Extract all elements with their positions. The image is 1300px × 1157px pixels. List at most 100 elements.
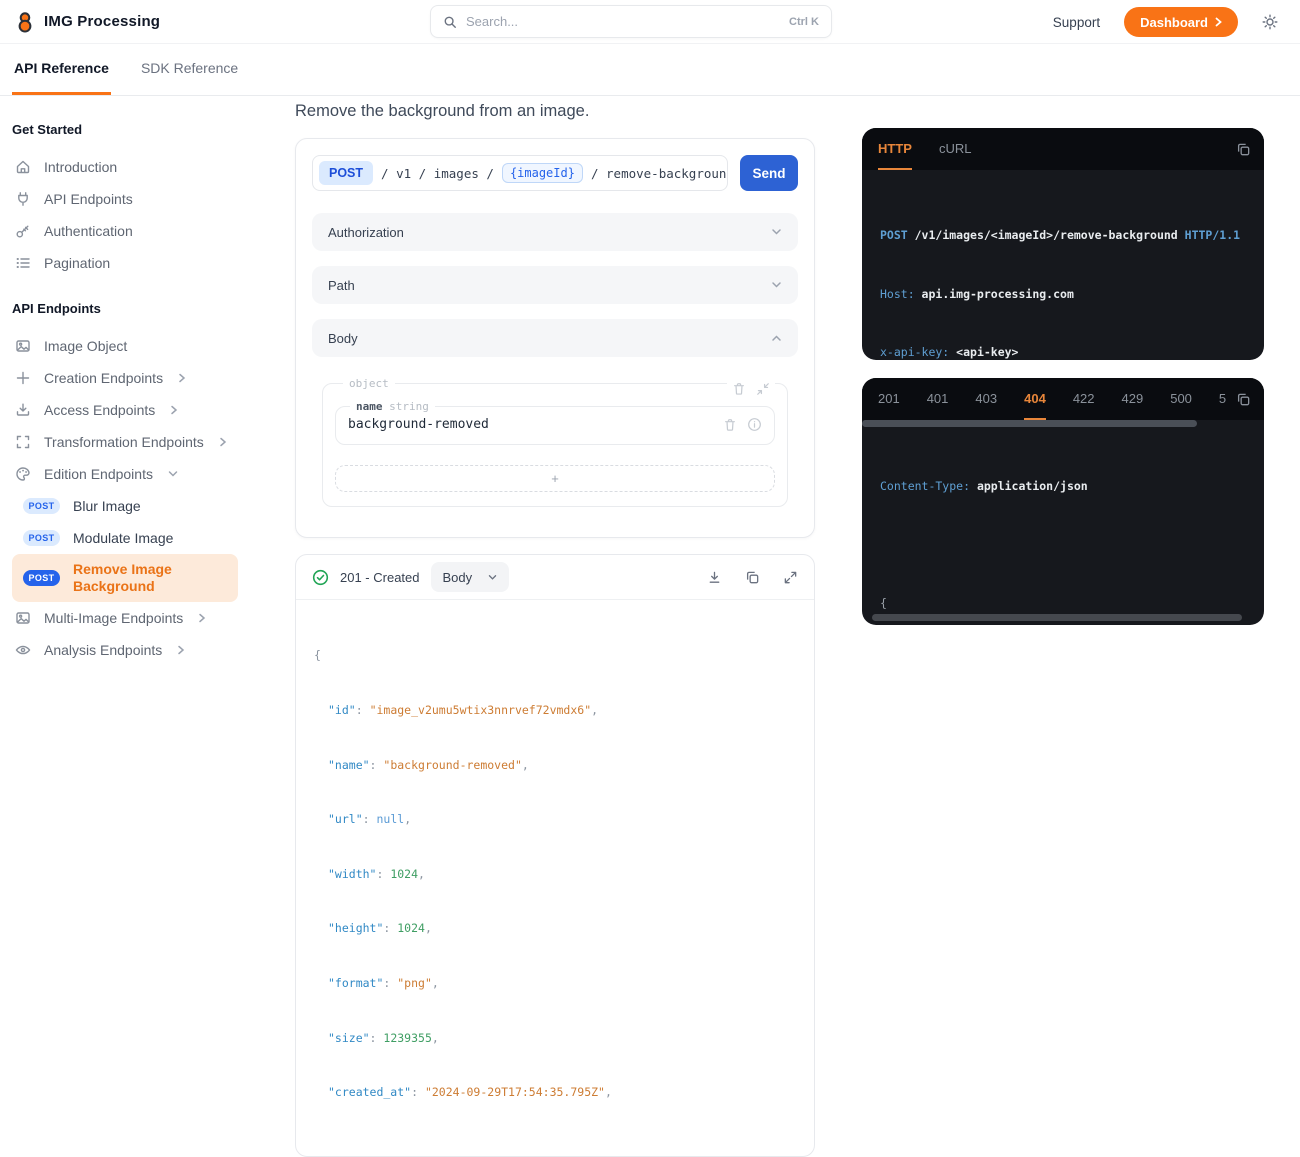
sidebar-item-remove-image-background[interactable]: POST Remove Image Background bbox=[12, 554, 238, 602]
sidebar-item-label: Blur Image bbox=[73, 498, 141, 514]
body-object-editor: object name string background-removed bbox=[322, 377, 788, 507]
tab-api-reference[interactable]: API Reference bbox=[12, 44, 111, 95]
accordion-label: Authorization bbox=[328, 225, 404, 240]
download-response-icon[interactable] bbox=[707, 570, 722, 585]
sidebar-item-transformation-endpoints[interactable]: Transformation Endpoints bbox=[12, 426, 266, 458]
tab-status-404[interactable]: 404 bbox=[1024, 378, 1046, 420]
add-property-button[interactable]: + bbox=[335, 465, 775, 492]
field-name-label: name bbox=[356, 400, 383, 413]
tab-status-422[interactable]: 422 bbox=[1073, 378, 1095, 420]
json-row: "url": null, bbox=[314, 810, 796, 828]
sidebar-item-label: Multi-Image Endpoints bbox=[44, 610, 183, 626]
tab-api-reference-label: API Reference bbox=[14, 60, 109, 76]
success-check-icon bbox=[312, 569, 329, 586]
home-icon bbox=[15, 159, 31, 175]
code-examples-panel: HTTP cURL POST /v1/images/<imageId>/remo… bbox=[862, 128, 1264, 625]
tab-curl[interactable]: cURL bbox=[939, 128, 972, 170]
field-type-label: string bbox=[389, 400, 429, 413]
sidebar-item-label: Creation Endpoints bbox=[44, 370, 163, 386]
sidebar-section-get-started: Get Started bbox=[12, 122, 266, 137]
brand-logo-icon bbox=[14, 11, 36, 33]
search-icon bbox=[443, 15, 457, 29]
chevron-down-icon bbox=[168, 470, 178, 478]
theme-toggle-sun-icon[interactable] bbox=[1262, 14, 1278, 30]
code-horizontal-scrollbar[interactable] bbox=[872, 614, 1242, 621]
json-row: "name": "background-removed", bbox=[314, 756, 796, 774]
sidebar-item-label: Remove Image Background bbox=[73, 561, 213, 595]
tab-status-500[interactable]: 500 bbox=[1170, 378, 1192, 420]
tabs-scrollbar-thumb[interactable] bbox=[862, 420, 1197, 427]
delete-object-icon[interactable] bbox=[732, 382, 746, 396]
tab-status-504-partial[interactable]: 5 bbox=[1219, 378, 1226, 420]
chevron-right-icon bbox=[219, 437, 227, 447]
support-link[interactable]: Support bbox=[1053, 15, 1100, 30]
copy-code-icon[interactable] bbox=[1228, 378, 1251, 420]
sidebar-item-label: Pagination bbox=[44, 255, 110, 271]
json-brace: { bbox=[314, 646, 796, 664]
copy-code-icon[interactable] bbox=[1228, 128, 1251, 170]
response-view-selector[interactable]: Body bbox=[431, 562, 510, 592]
collapse-object-icon[interactable] bbox=[756, 382, 770, 396]
top-header: IMG Processing Ctrl K Support Dashboard bbox=[0, 0, 1300, 44]
delete-field-icon[interactable] bbox=[723, 418, 737, 432]
request-path-suffix: / remove-background bbox=[591, 166, 728, 181]
download-tray-icon bbox=[15, 402, 31, 418]
tab-status-201[interactable]: 201 bbox=[878, 378, 900, 420]
tab-http[interactable]: HTTP bbox=[878, 128, 912, 170]
sidebar-item-authentication[interactable]: Authentication bbox=[12, 215, 266, 247]
sidebar-item-access-endpoints[interactable]: Access Endpoints bbox=[12, 394, 266, 426]
request-example-block: HTTP cURL POST /v1/images/<imageId>/remo… bbox=[862, 128, 1264, 360]
image-icon bbox=[15, 610, 31, 626]
send-button[interactable]: Send bbox=[740, 155, 798, 191]
image-icon bbox=[15, 338, 31, 354]
sidebar-item-creation-endpoints[interactable]: Creation Endpoints bbox=[12, 362, 266, 394]
sidebar-item-multi-image-endpoints[interactable]: Multi-Image Endpoints bbox=[12, 602, 266, 634]
error-response-code: Content-Type: application/json { "type":… bbox=[862, 428, 1264, 625]
sidebar-item-introduction[interactable]: Introduction bbox=[12, 151, 266, 183]
request-url-bar: POST / v1 / images / {imageId} / remove-… bbox=[312, 155, 728, 191]
accordion-body[interactable]: Body bbox=[312, 319, 798, 357]
sidebar-item-edition-endpoints[interactable]: Edition Endpoints bbox=[12, 458, 266, 490]
tab-status-403[interactable]: 403 bbox=[975, 378, 997, 420]
copy-response-icon[interactable] bbox=[745, 570, 760, 585]
field-info-icon[interactable] bbox=[747, 417, 762, 432]
sidebar-item-blur-image[interactable]: POST Blur Image bbox=[12, 490, 266, 522]
json-row: "created_at": "2024-09-29T17:54:35.795Z"… bbox=[314, 1083, 796, 1101]
image-id-param-chip[interactable]: {imageId} bbox=[502, 163, 583, 183]
sidebar-item-analysis-endpoints[interactable]: Analysis Endpoints bbox=[12, 634, 266, 666]
key-icon bbox=[15, 223, 31, 239]
name-field-value[interactable]: background-removed bbox=[348, 417, 489, 432]
post-method-badge: POST bbox=[23, 498, 60, 514]
accordion-authorization[interactable]: Authorization bbox=[312, 213, 798, 251]
sidebar: Get Started Introduction API Endpoints A… bbox=[0, 96, 280, 666]
response-status: 201 - Created bbox=[340, 570, 420, 585]
sidebar-item-label: Introduction bbox=[44, 159, 117, 175]
plus-icon bbox=[15, 370, 31, 386]
sidebar-section-api-endpoints: API Endpoints bbox=[12, 301, 266, 316]
request-path-prefix: / v1 / images / bbox=[381, 166, 494, 181]
search-box[interactable]: Ctrl K bbox=[430, 5, 832, 38]
palette-icon bbox=[15, 466, 31, 482]
accordion-path[interactable]: Path bbox=[312, 266, 798, 304]
sidebar-item-label: Access Endpoints bbox=[44, 402, 155, 418]
brand: IMG Processing bbox=[14, 11, 160, 33]
sidebar-item-pagination[interactable]: Pagination bbox=[12, 247, 266, 279]
sidebar-item-api-endpoints[interactable]: API Endpoints bbox=[12, 183, 266, 215]
search-input[interactable] bbox=[466, 14, 780, 29]
sidebar-item-image-object[interactable]: Image Object bbox=[12, 330, 266, 362]
tab-status-429[interactable]: 429 bbox=[1122, 378, 1144, 420]
transform-icon bbox=[15, 434, 31, 450]
json-row: "format": "png", bbox=[314, 974, 796, 992]
dashboard-button[interactable]: Dashboard bbox=[1124, 7, 1238, 37]
tab-sdk-reference[interactable]: SDK Reference bbox=[139, 44, 240, 95]
tabs-scrollbar bbox=[862, 420, 1264, 428]
response-card: 201 - Created Body { "id": "image_v2umu5… bbox=[295, 554, 815, 1157]
sidebar-item-modulate-image[interactable]: POST Modulate Image bbox=[12, 522, 266, 554]
main-content: Remove the background from an image. POS… bbox=[295, 96, 815, 1157]
tab-status-401[interactable]: 401 bbox=[927, 378, 949, 420]
search-shortcut: Ctrl K bbox=[789, 16, 819, 28]
expand-response-icon[interactable] bbox=[783, 570, 798, 585]
api-playground: POST / v1 / images / {imageId} / remove-… bbox=[295, 138, 815, 538]
tab-sdk-reference-label: SDK Reference bbox=[141, 60, 238, 76]
dashboard-button-label: Dashboard bbox=[1140, 15, 1208, 30]
